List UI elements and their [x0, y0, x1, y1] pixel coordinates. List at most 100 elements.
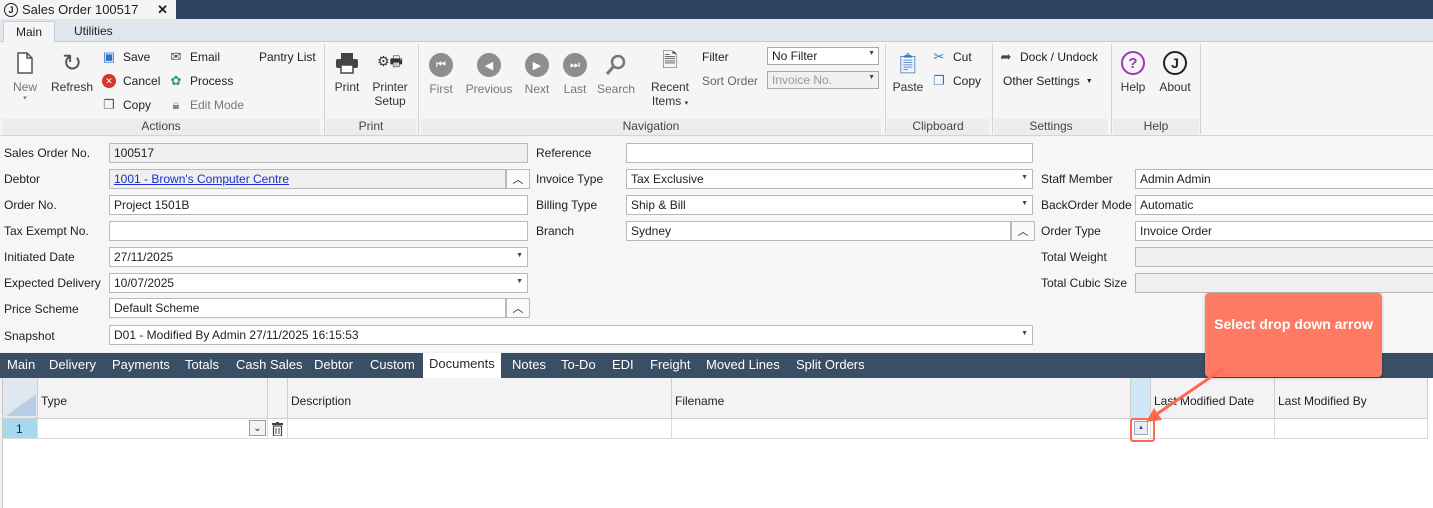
close-icon[interactable]: ✕ [157, 2, 168, 18]
clipboard-copy-button[interactable]: ❐ Copy [931, 72, 981, 90]
process-button[interactable]: ✿ Process [168, 72, 234, 90]
tab-debtor[interactable]: Debtor [314, 357, 353, 372]
price-scheme-field[interactable]: Default Scheme [109, 298, 506, 318]
tab-custom[interactable]: Custom [370, 357, 415, 372]
save-label: Save [123, 50, 151, 64]
pantry-list-button[interactable]: Pantry List [259, 48, 316, 66]
tab-payments[interactable]: Payments [112, 357, 170, 372]
help-label: Help [1120, 80, 1146, 94]
debtor-lookup-button[interactable]: ︿ [506, 169, 530, 189]
about-button[interactable]: J About [1155, 50, 1195, 94]
recent-label: Recent [650, 80, 690, 94]
paste-button[interactable]: 📋︎ Paste [890, 50, 926, 95]
sort-order-select[interactable]: Invoice No. ▼ [767, 71, 879, 89]
billing-type-select[interactable]: Ship & Bill ▼ [626, 195, 1033, 215]
other-settings-label: Other Settings [1003, 74, 1080, 88]
new-button[interactable]: New ▾ [6, 50, 44, 102]
last-modified-by-cell[interactable] [1275, 419, 1428, 439]
branch-lookup-button[interactable]: ︿ [1011, 221, 1035, 241]
tab-notes[interactable]: Notes [512, 357, 546, 372]
help-group-label: Help [1113, 119, 1199, 135]
debtor-field[interactable]: 1001 - Brown's Computer Centre [109, 169, 506, 189]
backorder-mode-label: BackOrder Mode [1041, 198, 1132, 212]
tab-cash-sales[interactable]: Cash Sales [236, 357, 302, 372]
tab-totals[interactable]: Totals [185, 357, 219, 372]
expected-delivery-picker[interactable]: 10/07/2025 ▼ [109, 273, 528, 293]
filename-cell[interactable] [672, 419, 1131, 439]
previous-button[interactable]: ◀ Previous [464, 52, 514, 96]
reference-field[interactable] [626, 143, 1033, 163]
tab-main[interactable]: Main [7, 357, 35, 372]
tab-freight[interactable]: Freight [650, 357, 690, 372]
filter-select[interactable]: No Filter ▼ [767, 47, 879, 65]
recent-items-button[interactable]: 🗎︎ Recent Items ▾ [648, 50, 692, 108]
email-button[interactable]: ✉ Email [168, 48, 220, 66]
type-cell[interactable]: ⌄ [38, 419, 268, 439]
chevron-down-icon[interactable]: ▼ [516, 278, 523, 285]
search-button[interactable]: Search [596, 52, 636, 96]
tab-delivery[interactable]: Delivery [49, 357, 96, 372]
document-tab[interactable]: J Sales Order 100517 ✕ [0, 0, 176, 19]
dock-undock-button[interactable]: ➦ Dock / Undock [998, 48, 1098, 66]
invoice-type-select[interactable]: Tax Exclusive ▼ [626, 169, 1033, 189]
chevron-up-icon: ︿ [512, 303, 524, 315]
backorder-mode-select[interactable]: Automatic [1135, 195, 1433, 215]
chevron-down-icon[interactable]: ▼ [1021, 174, 1028, 181]
chevron-down-icon[interactable]: ⌄ [249, 420, 266, 436]
tab-split-orders[interactable]: Split Orders [796, 357, 865, 372]
refresh-button[interactable]: ↻ Refresh [50, 49, 94, 95]
row-number[interactable]: 1 [3, 419, 38, 439]
billing-type-value: Ship & Bill [631, 198, 686, 212]
chevron-down-icon[interactable]: ▼ [1021, 200, 1028, 207]
expected-delivery-value: 10/07/2025 [114, 276, 175, 290]
save-button[interactable]: ▣ Save [101, 48, 151, 66]
snapshot-select[interactable]: D01 - Modified By Admin 27/11/2025 16:15… [109, 325, 1033, 345]
price-scheme-lookup-button[interactable]: ︿ [506, 298, 530, 318]
pantry-list-label: Pantry List [259, 50, 316, 64]
order-no-field[interactable]: Project 1501B [109, 195, 528, 215]
initiated-date-picker[interactable]: 27/11/2025 ▼ [109, 247, 528, 267]
separator [992, 44, 993, 134]
column-header-last-modified-by[interactable]: Last Modified By [1275, 378, 1428, 419]
tab-to-do[interactable]: To-Do [561, 357, 596, 372]
first-button[interactable]: ⏮ First [425, 52, 457, 96]
tab-edi[interactable]: EDI [612, 357, 634, 372]
ribbon-tab-utilities[interactable]: Utilities [62, 21, 125, 42]
select-all-icon [6, 394, 36, 416]
description-cell[interactable] [288, 419, 672, 439]
clipboard-copy-label: Copy [953, 74, 982, 88]
delete-row-button[interactable] [268, 419, 288, 439]
print-button[interactable]: Print [330, 50, 364, 94]
tax-exempt-no-field[interactable] [109, 221, 528, 241]
printer-setup-label: Printer [372, 80, 408, 94]
branch-field[interactable]: Sydney [626, 221, 1011, 241]
tab-documents[interactable]: Documents [423, 353, 501, 378]
printer-icon [334, 50, 360, 76]
printer-setup-button[interactable]: ⚙🖶︎ Printer Setup [369, 50, 411, 108]
expected-delivery-label: Expected Delivery [4, 276, 101, 290]
chevron-down-icon[interactable]: ▼ [1021, 330, 1028, 337]
column-header-delete [268, 378, 288, 419]
last-button[interactable]: ⏭ Last [559, 52, 591, 96]
chevron-down-icon[interactable]: ▼ [516, 252, 523, 259]
next-button[interactable]: ▶ Next [520, 52, 554, 96]
column-header-description[interactable]: Description [288, 378, 672, 419]
tab-moved-lines[interactable]: Moved Lines [706, 357, 780, 372]
column-header-filename[interactable]: Filename [672, 378, 1131, 419]
highlight-box [1130, 418, 1155, 442]
edit-mode-button[interactable]: 🔒︎ Edit Mode [168, 96, 245, 114]
cut-button[interactable]: ✂ Cut [931, 48, 972, 66]
staff-member-field[interactable]: Admin Admin [1135, 169, 1433, 189]
cancel-button[interactable]: ✕ Cancel [101, 72, 160, 90]
ribbon-tab-main[interactable]: Main [3, 21, 56, 42]
refresh-icon: ↻ [61, 49, 83, 77]
column-header-type[interactable]: Type [38, 378, 268, 419]
scissors-icon: ✂ [933, 49, 945, 64]
copy-button[interactable]: ❐ Copy [101, 96, 151, 114]
grid-corner-header[interactable] [3, 378, 38, 419]
reference-label: Reference [536, 146, 592, 160]
first-label: First [429, 82, 453, 96]
order-type-select[interactable]: Invoice Order [1135, 221, 1433, 241]
other-settings-button[interactable]: Other Settings ▼ [1003, 72, 1093, 90]
help-button[interactable]: ? Help [1117, 50, 1149, 94]
